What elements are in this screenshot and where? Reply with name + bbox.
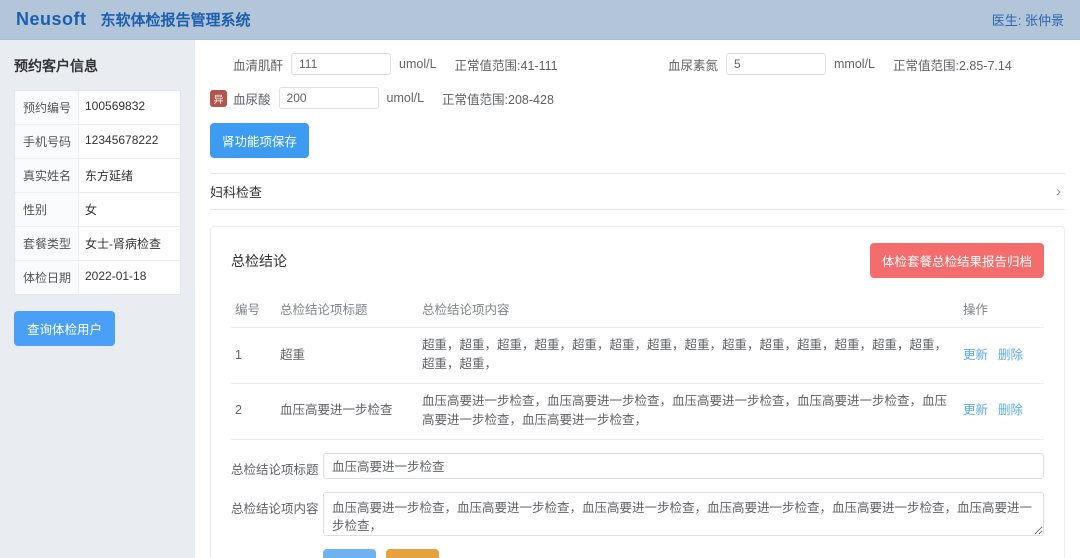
exam-item-unit: mmol/L	[834, 57, 875, 71]
overall-conclusion-panel: 总检结论 体检套餐总检结果报告归档 编号 总检结论项标题 总检结论项内容 操作 …	[210, 226, 1065, 558]
cell-content: 超重，超重，超重，超重，超重，超重，超重，超重，超重，超重，超重，超重，超重，超…	[418, 328, 959, 384]
info-value: 12345678222	[79, 125, 164, 158]
conclusion-title-form-row: 总检结论项标题	[231, 453, 1044, 479]
table-row: 1 超重 超重，超重，超重，超重，超重，超重，超重，超重，超重，超重，超重，超重…	[231, 328, 1044, 384]
header-no: 编号	[231, 290, 276, 328]
info-label: 性别	[15, 193, 79, 226]
cell-actions: 更新删除	[959, 328, 1044, 384]
exam-item-unit: umol/L	[387, 91, 425, 105]
kidney-function-save-button[interactable]: 肾功能项保存	[210, 123, 309, 158]
cell-title: 超重	[276, 328, 418, 384]
kidney-function-section: 血清肌酐 umol/L 正常值范围:41-111 血尿素氮 mmol/L 正常值…	[210, 52, 1065, 158]
blood-urea-nitrogen-input[interactable]	[726, 53, 826, 75]
exam-item-normal-range: 正常值范围:2.85-7.14	[893, 55, 1012, 74]
abnormal-badge-icon: 异	[210, 90, 227, 107]
info-label: 真实姓名	[15, 159, 79, 192]
conclusion-content-textarea[interactable]: 血压高要进一步检查，血压高要进一步检查，血压高要进一步检查，血压高要进一步检查，…	[323, 492, 1044, 536]
serum-creatinine-input[interactable]	[291, 53, 391, 75]
info-value: 2022-01-18	[79, 261, 152, 294]
conclusion-content-label: 总检结论项内容	[231, 492, 323, 517]
sidebar-title: 预约客户信息	[14, 56, 181, 76]
add-button[interactable]: 添加	[323, 549, 376, 558]
exam-item-label: 血尿素氮	[668, 55, 718, 74]
info-row-phone: 手机号码 12345678222	[15, 125, 180, 159]
info-row-package-type: 套餐类型 女士-肾病检查	[15, 227, 180, 261]
app-header: Neusoft 东软体检报告管理系统 医生: 张仲景	[0, 0, 1080, 40]
table-header-row: 编号 总检结论项标题 总检结论项内容 操作	[231, 290, 1044, 328]
info-row-exam-date: 体检日期 2022-01-18	[15, 261, 180, 294]
exam-item-label: 血尿酸	[233, 89, 271, 108]
delete-link[interactable]: 删除	[998, 348, 1023, 362]
header-title: 总检结论项标题	[276, 290, 418, 328]
info-value: 女	[79, 193, 103, 226]
exam-item-label: 血清肌酐	[233, 55, 283, 74]
exam-item-blood-urea-nitrogen: 血尿素氮 mmol/L 正常值范围:2.85-7.14	[645, 52, 1065, 76]
panel-title: 总检结论	[231, 251, 287, 271]
collapse-label: 妇科检查	[210, 182, 262, 201]
conclusion-title-input[interactable]	[323, 453, 1044, 479]
info-label: 体检日期	[15, 261, 79, 294]
info-value: 东方延绪	[79, 159, 139, 192]
chevron-right-icon: ›	[1056, 183, 1061, 200]
info-value: 女士-肾病检查	[79, 227, 167, 260]
header-actions: 操作	[959, 290, 1044, 328]
sidebar: 预约客户信息 预约编号 100569832 手机号码 12345678222 真…	[0, 40, 195, 558]
cell-no: 1	[231, 328, 276, 384]
delete-link[interactable]: 删除	[998, 403, 1023, 417]
gynecology-collapse-header[interactable]: 妇科检查 ›	[210, 173, 1065, 210]
panel-header: 总检结论 体检套餐总检结果报告归档	[231, 243, 1044, 278]
cell-content: 血压高要进一步检查，血压高要进一步检查，血压高要进一步检查，血压高要进一步检查，…	[418, 383, 959, 439]
blood-uric-acid-input[interactable]	[279, 87, 379, 109]
clear-button[interactable]: 清空	[386, 549, 439, 558]
info-label: 套餐类型	[15, 227, 79, 260]
conclusion-table: 编号 总检结论项标题 总检结论项内容 操作 1 超重 超重，超重，超重，超重，超…	[231, 290, 1044, 440]
cell-no: 2	[231, 383, 276, 439]
form-button-row: 添加 清空	[323, 549, 1044, 558]
header-content: 总检结论项内容	[418, 290, 959, 328]
exam-item-unit: umol/L	[399, 57, 437, 71]
app-title: 东软体检报告管理系统	[101, 9, 251, 30]
table-row: 2 血压高要进一步检查 血压高要进一步检查，血压高要进一步检查，血压高要进一步检…	[231, 383, 1044, 439]
cell-actions: 更新删除	[959, 383, 1044, 439]
update-link[interactable]: 更新	[963, 348, 988, 362]
query-exam-user-button[interactable]: 查询体检用户	[14, 311, 115, 346]
archive-report-button[interactable]: 体检套餐总检结果报告归档	[870, 243, 1044, 278]
main-content: 血清肌酐 umol/L 正常值范围:41-111 血尿素氮 mmol/L 正常值…	[195, 40, 1080, 558]
page-layout: 预约客户信息 预约编号 100569832 手机号码 12345678222 真…	[0, 40, 1080, 558]
exam-item-blood-uric-acid: 异 血尿酸 umol/L 正常值范围:208-428	[210, 86, 645, 110]
exam-item-normal-range: 正常值范围:208-428	[442, 89, 554, 108]
exam-item-serum-creatinine: 血清肌酐 umol/L 正常值范围:41-111	[210, 52, 645, 76]
customer-info-table: 预约编号 100569832 手机号码 12345678222 真实姓名 东方延…	[14, 90, 181, 295]
brand-logo: Neusoft	[16, 9, 87, 30]
info-row-gender: 性别 女	[15, 193, 180, 227]
brand-area: Neusoft 东软体检报告管理系统	[16, 9, 251, 30]
cell-title: 血压高要进一步检查	[276, 383, 418, 439]
info-value: 100569832	[79, 91, 151, 124]
conclusion-title-label: 总检结论项标题	[231, 453, 323, 478]
doctor-info: 医生: 张仲景	[992, 10, 1064, 29]
info-label: 预约编号	[15, 91, 79, 124]
info-row-name: 真实姓名 东方延绪	[15, 159, 180, 193]
update-link[interactable]: 更新	[963, 403, 988, 417]
info-row-appointment-no: 预约编号 100569832	[15, 91, 180, 125]
exam-item-normal-range: 正常值范围:41-111	[455, 55, 558, 74]
exam-item-grid: 血清肌酐 umol/L 正常值范围:41-111 血尿素氮 mmol/L 正常值…	[210, 52, 1065, 110]
conclusion-content-form-row: 总检结论项内容 血压高要进一步检查，血压高要进一步检查，血压高要进一步检查，血压…	[231, 492, 1044, 536]
info-label: 手机号码	[15, 125, 79, 158]
